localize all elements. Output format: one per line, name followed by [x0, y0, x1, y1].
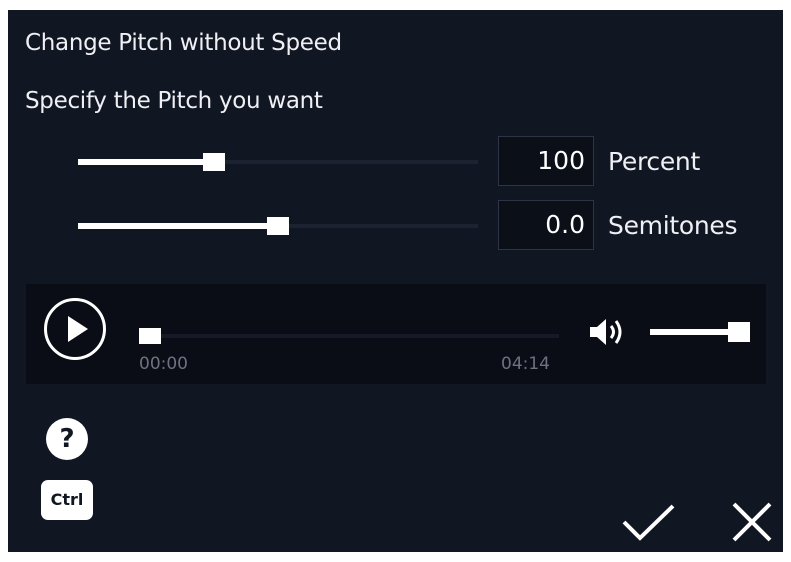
volume-slider[interactable]: [650, 322, 750, 342]
percent-slider-thumb[interactable]: [203, 153, 225, 171]
confirm-button[interactable]: [618, 498, 678, 544]
playback-progress-bar[interactable]: [139, 328, 559, 344]
percent-unit-label: Percent: [608, 147, 700, 176]
playback-progress-track: [139, 334, 559, 338]
percent-slider-fill: [78, 159, 214, 165]
ctrl-key-button[interactable]: Ctrl: [41, 480, 93, 520]
play-icon: [68, 316, 88, 342]
percent-input[interactable]: 100: [498, 136, 594, 186]
help-button[interactable]: ?: [46, 418, 88, 460]
dialog-title: Change Pitch without Speed: [25, 30, 342, 56]
dialog-subtitle: Specify the Pitch you want: [25, 88, 323, 114]
pitch-dialog: Change Pitch without Speed Specify the P…: [8, 10, 783, 552]
playback-progress-thumb[interactable]: [139, 328, 161, 344]
semitones-input[interactable]: 0.0: [498, 200, 594, 250]
check-icon: [622, 504, 675, 541]
semitones-slider[interactable]: [78, 216, 478, 236]
close-icon: [732, 502, 772, 542]
volume-icon[interactable]: [588, 316, 632, 348]
semitones-unit-label: Semitones: [608, 211, 738, 240]
total-time: 04:14: [501, 354, 550, 374]
semitones-slider-thumb[interactable]: [267, 217, 289, 235]
current-time: 00:00: [139, 354, 188, 374]
play-button[interactable]: [44, 298, 106, 360]
audio-player: 00:00 04:14: [26, 284, 766, 384]
percent-slider[interactable]: [78, 152, 478, 172]
close-button[interactable]: [728, 498, 776, 546]
semitones-slider-fill: [78, 223, 278, 229]
volume-slider-thumb[interactable]: [728, 322, 750, 342]
